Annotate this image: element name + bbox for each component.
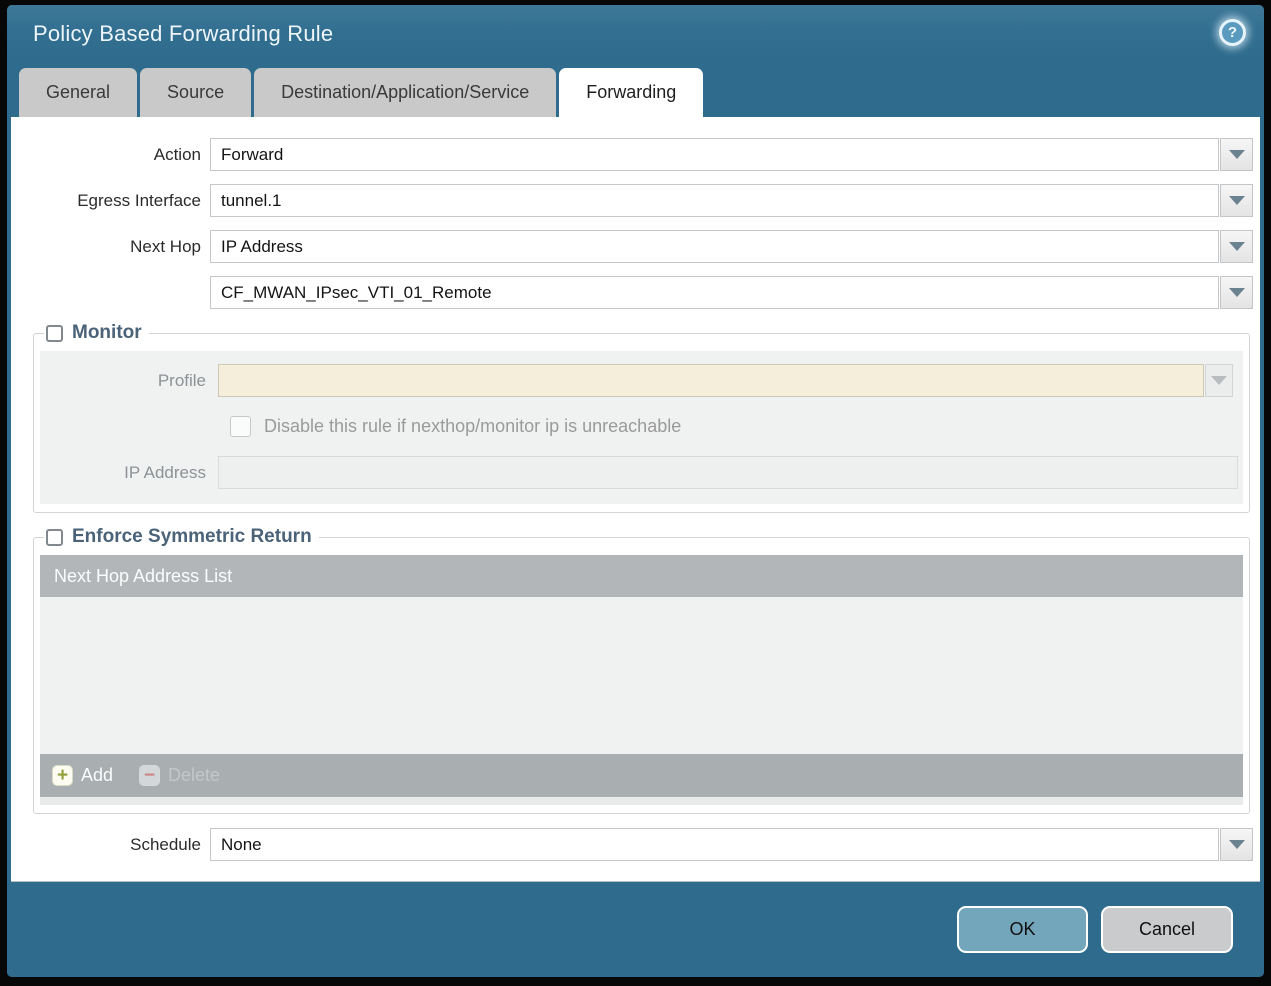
disable-rule-checkbox — [230, 416, 251, 437]
profile-select — [218, 364, 1204, 397]
window-frame: Policy Based Forwarding Rule ? General S… — [0, 0, 1271, 986]
enforce-symmetric-return-legend-label: Enforce Symmetric Return — [72, 526, 312, 547]
enforce-symmetric-return-legend: Enforce Symmetric Return — [44, 526, 319, 548]
disable-rule-label: Disable this rule if nexthop/monitor ip … — [264, 416, 682, 436]
next-hop-type-select[interactable]: IP Address — [210, 230, 1219, 263]
schedule-select[interactable]: None — [210, 828, 1219, 861]
chevron-down-icon — [1228, 150, 1245, 159]
next-hop-address-list-body[interactable] — [40, 597, 1243, 754]
enforce-symmetric-return-fieldset: Enforce Symmetric Return Next Hop Addres… — [33, 526, 1250, 814]
profile-row: Profile — [40, 364, 1243, 397]
monitor-legend: Monitor — [44, 322, 149, 344]
next-hop-address-dropdown-button[interactable] — [1220, 276, 1253, 309]
action-select[interactable]: Forward — [210, 138, 1219, 171]
action-row: Action Forward — [11, 138, 1260, 171]
next-hop-address-list-toolbar: + Add − Delete — [40, 754, 1243, 797]
tab-content-forwarding: Action Forward Egress Interface tunnel.1 — [11, 117, 1260, 882]
egress-interface-label: Egress Interface — [77, 190, 201, 210]
enforce-symmetric-return-checkbox[interactable] — [46, 528, 63, 546]
schedule-row: Schedule None — [11, 828, 1260, 861]
egress-interface-select[interactable]: tunnel.1 — [210, 184, 1219, 217]
chevron-down-icon — [1228, 840, 1245, 849]
delete-button-label: Delete — [168, 765, 221, 785]
table-scrollbar-track — [40, 797, 1243, 805]
chevron-down-icon — [1228, 288, 1245, 297]
tab-forwarding[interactable]: Forwarding — [559, 68, 704, 117]
plus-icon: + — [52, 765, 73, 786]
monitor-checkbox[interactable] — [46, 324, 63, 342]
next-hop-address-list-header: Next Hop Address List — [40, 555, 1243, 597]
chevron-down-icon — [1228, 242, 1245, 251]
action-dropdown-button[interactable] — [1220, 138, 1253, 171]
help-icon[interactable]: ? — [1219, 19, 1246, 46]
chevron-down-icon — [1228, 196, 1245, 205]
egress-interface-dropdown-button[interactable] — [1220, 184, 1253, 217]
monitor-panel: Profile Disable this rule if nexthop/mon… — [40, 351, 1243, 504]
monitor-legend-label: Monitor — [72, 322, 142, 343]
schedule-label: Schedule — [130, 834, 201, 854]
next-hop-address-row: CF_MWAN_IPsec_VTI_01_Remote — [11, 276, 1260, 309]
tab-destination-application-service[interactable]: Destination/Application/Service — [254, 68, 557, 117]
dialog-footer: OK Cancel — [7, 882, 1264, 977]
next-hop-label: Next Hop — [130, 236, 201, 256]
dialog-title: Policy Based Forwarding Rule — [33, 20, 334, 46]
dialog-titlebar: Policy Based Forwarding Rule ? — [7, 5, 1264, 62]
tab-general[interactable]: General — [19, 68, 138, 117]
monitor-ip-address-row: IP Address — [40, 456, 1243, 489]
tab-source[interactable]: Source — [140, 68, 252, 117]
next-hop-address-select[interactable]: CF_MWAN_IPsec_VTI_01_Remote — [210, 276, 1219, 309]
monitor-fieldset: Monitor Profile Disable this rule if nex… — [33, 322, 1250, 513]
delete-button: − Delete — [139, 765, 220, 786]
tab-bar: General Source Destination/Application/S… — [7, 62, 1264, 117]
egress-interface-row: Egress Interface tunnel.1 — [11, 184, 1260, 217]
add-button[interactable]: + Add — [52, 765, 113, 786]
next-hop-row: Next Hop IP Address — [11, 230, 1260, 263]
next-hop-type-dropdown-button[interactable] — [1220, 230, 1253, 263]
policy-based-forwarding-rule-dialog: Policy Based Forwarding Rule ? General S… — [7, 5, 1264, 977]
schedule-dropdown-button[interactable] — [1220, 828, 1253, 861]
next-hop-address-list-table: Next Hop Address List + Add − Delete — [40, 555, 1243, 805]
disable-rule-row: Disable this rule if nexthop/monitor ip … — [40, 410, 1243, 443]
cancel-button[interactable]: Cancel — [1101, 906, 1233, 953]
minus-icon: − — [139, 765, 161, 786]
ok-button[interactable]: OK — [957, 906, 1088, 953]
action-label: Action — [153, 144, 201, 164]
add-button-label: Add — [81, 765, 114, 785]
chevron-down-icon — [1211, 376, 1227, 385]
profile-label: Profile — [157, 370, 206, 390]
monitor-ip-address-input — [218, 456, 1238, 489]
profile-dropdown-button — [1205, 364, 1233, 397]
monitor-ip-address-label: IP Address — [124, 462, 206, 482]
